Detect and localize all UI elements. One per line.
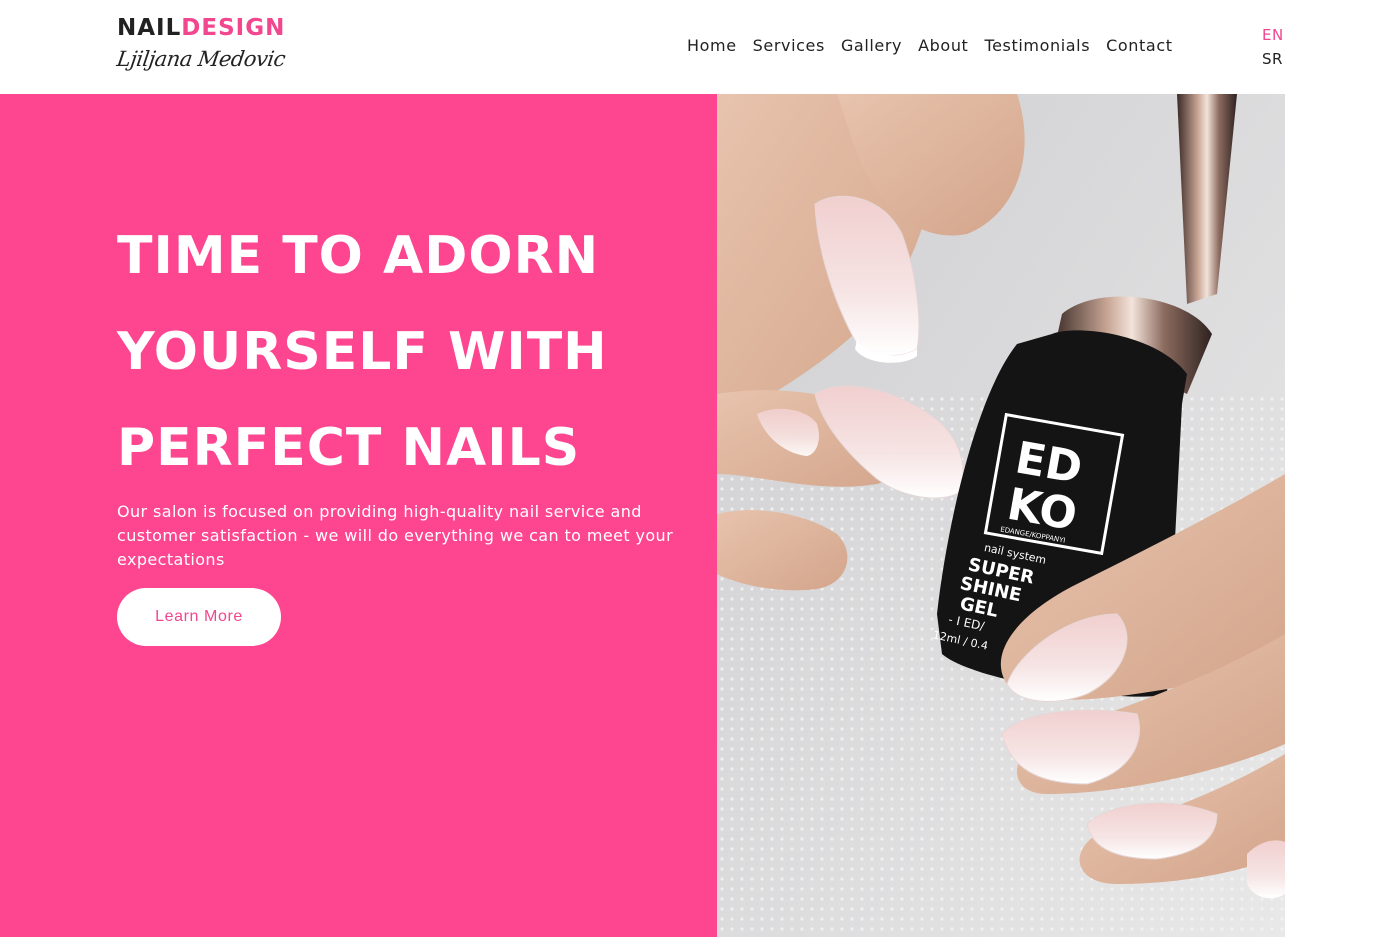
hero-title-line-1: TIME TO ADORN xyxy=(117,226,600,286)
nav-contact[interactable]: Contact xyxy=(1106,36,1172,56)
site-header: NAILDESIGN Ljiljana Medovic Home Service… xyxy=(0,0,1400,94)
learn-more-button[interactable]: Learn More xyxy=(117,588,281,646)
main-nav: Home Services Gallery About Testimonials… xyxy=(687,36,1173,56)
nav-testimonials[interactable]: Testimonials xyxy=(984,36,1090,56)
hero-description: Our salon is focused on providing high-q… xyxy=(117,502,674,569)
hero-title-line-2: YOURSELF WITH xyxy=(117,322,608,382)
logo[interactable]: NAILDESIGN Ljiljana Medovic xyxy=(115,14,287,72)
lang-sr[interactable]: SR xyxy=(1262,49,1284,69)
nails-photo-illustration: ED KO EDANGE/KOPPANYI nail system SUPER … xyxy=(717,94,1285,937)
logo-signature: Ljiljana Medovic xyxy=(115,47,287,71)
lang-en[interactable]: EN xyxy=(1262,25,1284,45)
nav-gallery[interactable]: Gallery xyxy=(841,36,902,56)
hero-title-line-3: PERFECT NAILS xyxy=(117,418,581,478)
language-switcher: EN SR xyxy=(1262,25,1284,69)
nav-home[interactable]: Home xyxy=(687,36,737,56)
nav-about[interactable]: About xyxy=(918,36,968,56)
logo-design-text: DESIGN xyxy=(181,15,286,41)
hero-image: ED KO EDANGE/KOPPANYI nail system SUPER … xyxy=(717,94,1285,937)
nav-services[interactable]: Services xyxy=(753,36,825,56)
logo-nail-text: NAIL xyxy=(117,15,182,41)
right-margin xyxy=(1285,94,1400,937)
logo-wordmark: NAILDESIGN xyxy=(117,14,285,42)
hero-title: TIME TO ADORN YOURSELF WITH PERFECT NAIL… xyxy=(117,208,677,496)
